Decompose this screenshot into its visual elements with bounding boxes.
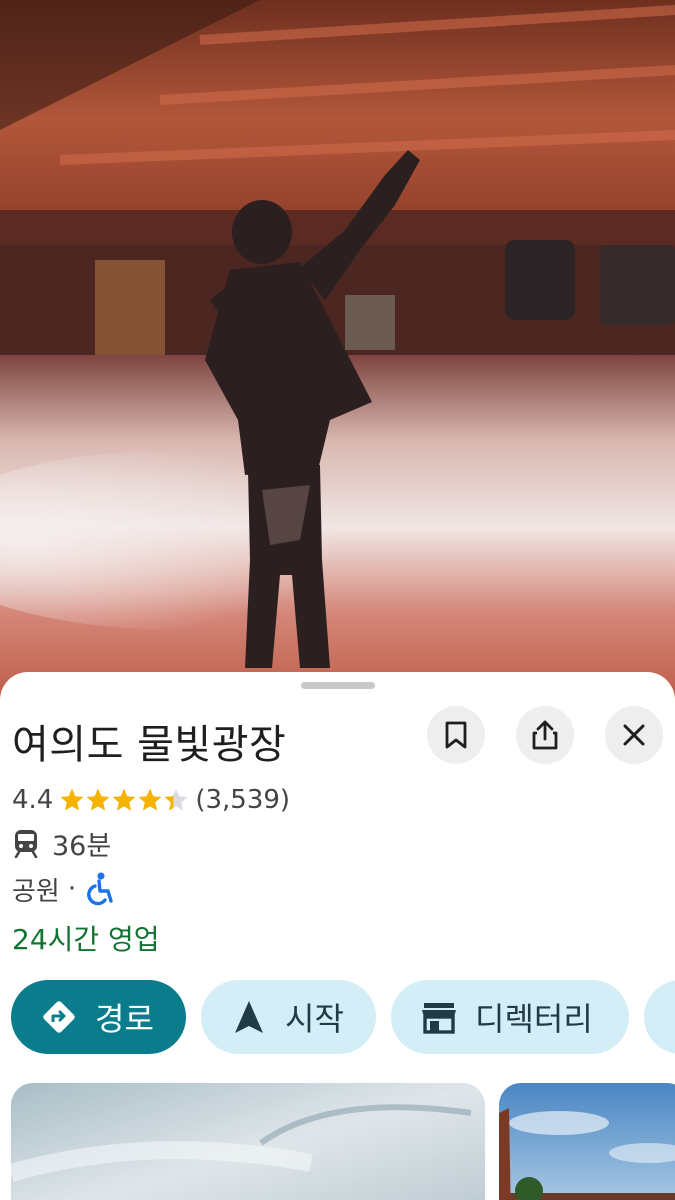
sheet-drag-handle[interactable] — [301, 682, 375, 689]
star-icon — [60, 788, 84, 811]
opening-hours-status[interactable]: 24시간 영업 — [12, 918, 160, 958]
photo-thumbnail[interactable] — [11, 1083, 485, 1200]
category-row: 공원 · — [12, 870, 114, 908]
close-button[interactable] — [605, 706, 663, 764]
directory-label: 디렉터리 — [475, 1000, 593, 1038]
share-icon — [532, 720, 558, 750]
storefront-icon — [422, 1003, 456, 1034]
place-category: 공원 — [12, 876, 60, 907]
category-separator: · — [67, 874, 77, 904]
share-button[interactable] — [516, 706, 574, 764]
save-button[interactable] — [427, 706, 485, 764]
directions-button[interactable]: 경로 — [11, 980, 186, 1054]
close-icon — [623, 724, 645, 746]
wheelchair-accessible-icon — [87, 872, 113, 906]
start-label: 시작 — [285, 1000, 344, 1038]
start-navigation-button[interactable]: 시작 — [201, 980, 376, 1054]
rating-value: 4.4 — [12, 785, 54, 815]
rating-row[interactable]: 4.4 (3,539) — [12, 782, 290, 818]
sky-photo — [11, 1083, 485, 1200]
place-details-sheet: 여의도 물빛광장 4.4 (3,539) 36분 공원 · 24시간 영업 경로… — [0, 672, 675, 1200]
place-hero-photo[interactable] — [0, 0, 675, 700]
landscape-photo — [499, 1083, 675, 1200]
review-count: (3,539) — [195, 785, 291, 815]
hero-photo-illustration — [0, 0, 675, 700]
train-icon — [14, 830, 38, 858]
navigation-arrow-icon — [235, 1001, 263, 1033]
directions-icon — [43, 1001, 75, 1033]
place-title: 여의도 물빛광장 — [12, 722, 287, 768]
bookmark-icon — [445, 721, 467, 749]
star-icon — [112, 788, 136, 811]
photo-thumbnail[interactable] — [499, 1083, 675, 1200]
star-icon — [164, 788, 188, 811]
star-icon — [138, 788, 162, 811]
transit-info[interactable]: 36분 — [12, 824, 111, 862]
star-rating — [59, 787, 189, 813]
star-icon — [86, 788, 110, 811]
more-actions-chip[interactable] — [644, 980, 675, 1054]
directory-button[interactable]: 디렉터리 — [391, 980, 629, 1054]
directions-label: 경로 — [95, 1000, 154, 1038]
transit-time: 36분 — [52, 830, 112, 862]
